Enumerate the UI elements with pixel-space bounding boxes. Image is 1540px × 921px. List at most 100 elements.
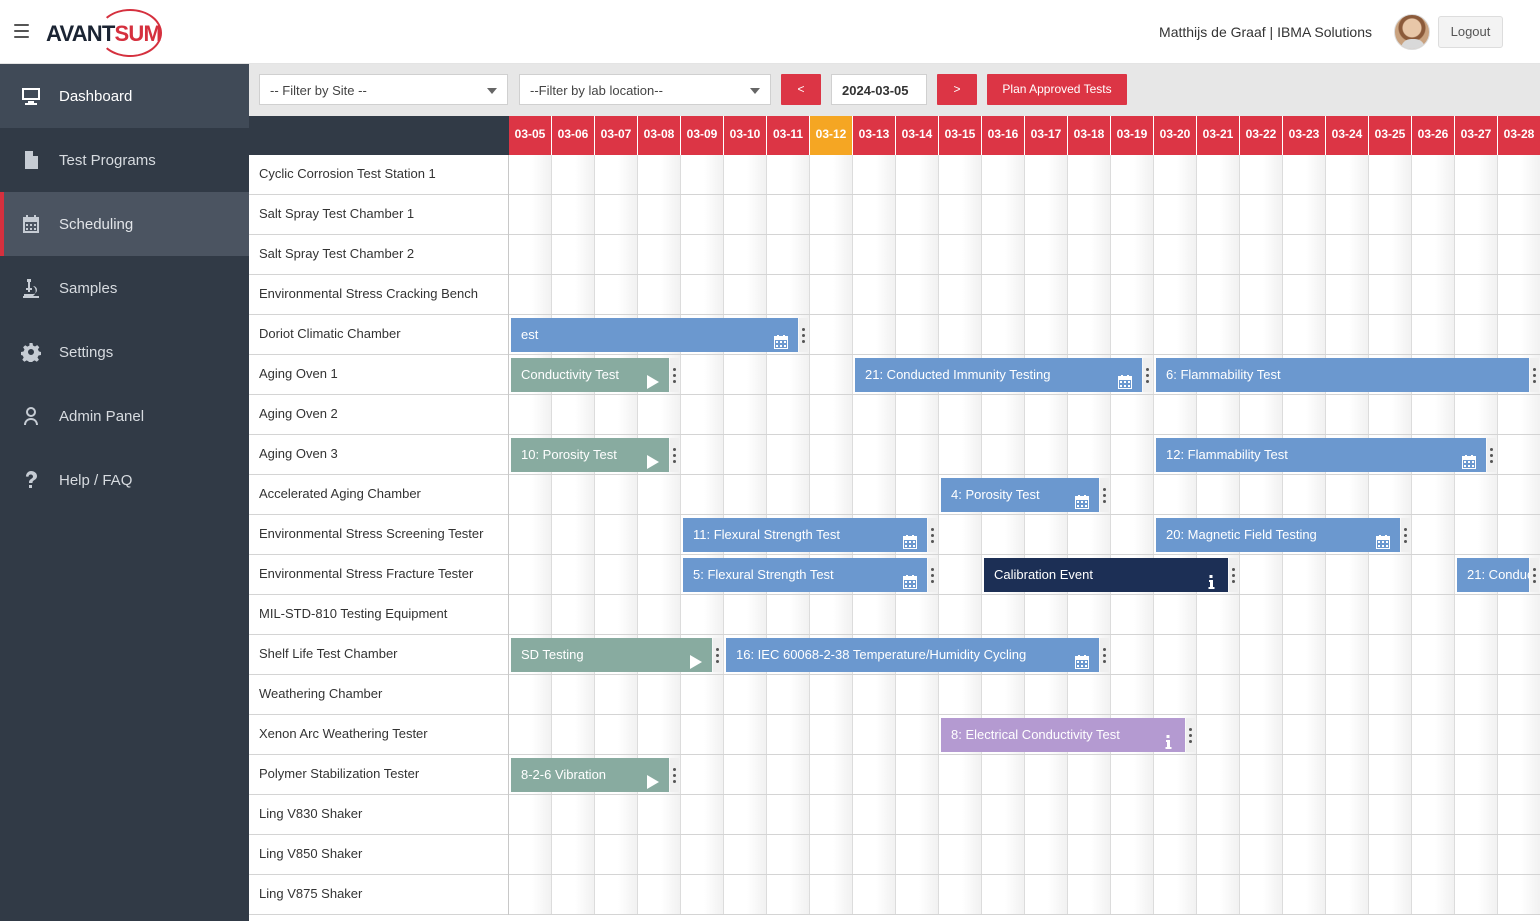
day-cell[interactable] — [1455, 835, 1498, 874]
schedule-event[interactable]: 11: Flexural Strength Test — [683, 518, 927, 552]
day-cell[interactable] — [595, 275, 638, 314]
day-cell[interactable] — [724, 355, 767, 394]
day-cell[interactable] — [595, 475, 638, 514]
day-cell[interactable] — [982, 595, 1025, 634]
day-cell[interactable] — [767, 595, 810, 634]
day-cell[interactable] — [552, 715, 595, 754]
day-cell[interactable] — [767, 675, 810, 714]
day-cell[interactable] — [810, 475, 853, 514]
day-cell[interactable] — [982, 515, 1025, 554]
day-cell[interactable] — [1068, 755, 1111, 794]
day-cell[interactable] — [939, 195, 982, 234]
day-cell[interactable] — [982, 835, 1025, 874]
day-cell[interactable] — [681, 595, 724, 634]
day-cell[interactable] — [681, 835, 724, 874]
day-cell[interactable] — [1412, 195, 1455, 234]
day-cell[interactable] — [509, 675, 552, 714]
calendar-icon[interactable] — [903, 528, 917, 549]
day-cell[interactable] — [896, 315, 939, 354]
day-cell[interactable] — [1240, 315, 1283, 354]
day-cell[interactable] — [509, 395, 552, 434]
day-cell[interactable] — [1240, 555, 1283, 594]
day-cell[interactable] — [810, 755, 853, 794]
day-cell[interactable] — [552, 795, 595, 834]
day-cell[interactable] — [1025, 235, 1068, 274]
day-cell[interactable] — [1283, 235, 1326, 274]
day-cell[interactable] — [939, 315, 982, 354]
day-cell[interactable] — [681, 475, 724, 514]
day-cell[interactable] — [1283, 795, 1326, 834]
calendar-icon[interactable] — [774, 328, 788, 349]
day-cell[interactable] — [724, 595, 767, 634]
day-cell[interactable] — [509, 195, 552, 234]
day-cell[interactable] — [1025, 515, 1068, 554]
day-cell[interactable] — [939, 435, 982, 474]
day-cell[interactable] — [1025, 435, 1068, 474]
day-cell[interactable] — [810, 835, 853, 874]
avantsum-logo[interactable]: AVANTSUM — [46, 9, 164, 57]
day-cell[interactable] — [982, 435, 1025, 474]
resource-label[interactable]: Ling V875 Shaker — [249, 875, 509, 915]
day-cell[interactable] — [1068, 435, 1111, 474]
day-cell[interactable] — [810, 715, 853, 754]
day-cell[interactable] — [896, 715, 939, 754]
lab-location-filter-select[interactable]: --Filter by lab location-- — [519, 74, 771, 105]
day-cell[interactable] — [1068, 675, 1111, 714]
day-cell[interactable] — [1498, 875, 1540, 914]
day-cell[interactable] — [724, 715, 767, 754]
day-cell[interactable] — [1498, 675, 1540, 714]
day-cell[interactable] — [1068, 835, 1111, 874]
day-cell[interactable] — [1240, 275, 1283, 314]
day-cell[interactable] — [552, 675, 595, 714]
day-cell[interactable] — [1197, 235, 1240, 274]
day-cell[interactable] — [1154, 675, 1197, 714]
day-cell[interactable] — [896, 435, 939, 474]
info-icon[interactable] — [1161, 728, 1175, 749]
schedule-event[interactable]: 16: IEC 60068-2-38 Temperature/Humidity … — [726, 638, 1099, 672]
day-cell[interactable] — [896, 275, 939, 314]
day-cell[interactable] — [509, 595, 552, 634]
day-cell[interactable] — [1111, 835, 1154, 874]
calendar-icon[interactable] — [1376, 528, 1390, 549]
day-cell[interactable] — [1498, 435, 1540, 474]
resource-label[interactable]: Xenon Arc Weathering Tester — [249, 715, 509, 755]
calendar-icon[interactable] — [903, 568, 917, 589]
day-cell[interactable] — [1369, 315, 1412, 354]
event-resize-handle[interactable] — [928, 558, 937, 592]
day-cell[interactable] — [638, 595, 681, 634]
day-cell[interactable] — [1498, 795, 1540, 834]
day-cell[interactable] — [1240, 755, 1283, 794]
schedule-event[interactable]: 10: Porosity Test — [511, 438, 669, 472]
day-cell[interactable] — [896, 755, 939, 794]
day-cell[interactable] — [853, 835, 896, 874]
day-cell[interactable] — [853, 395, 896, 434]
day-cell[interactable] — [1240, 475, 1283, 514]
day-cell[interactable] — [810, 875, 853, 914]
day-cell[interactable] — [896, 835, 939, 874]
day-cell[interactable] — [1111, 475, 1154, 514]
day-cell[interactable] — [767, 875, 810, 914]
day-cell[interactable] — [1369, 875, 1412, 914]
day-cell[interactable] — [1111, 755, 1154, 794]
day-cell[interactable] — [1283, 715, 1326, 754]
event-resize-handle[interactable] — [799, 318, 808, 352]
day-cell[interactable] — [509, 475, 552, 514]
day-cell[interactable] — [1025, 195, 1068, 234]
day-cell[interactable] — [1412, 835, 1455, 874]
day-cell[interactable] — [509, 715, 552, 754]
day-cell[interactable] — [1369, 195, 1412, 234]
resource-label[interactable]: Salt Spray Test Chamber 1 — [249, 195, 509, 235]
day-cell[interactable] — [1154, 195, 1197, 234]
day-cell[interactable] — [552, 515, 595, 554]
day-cell[interactable] — [724, 755, 767, 794]
day-cell[interactable] — [1240, 195, 1283, 234]
day-cell[interactable] — [638, 795, 681, 834]
day-cell[interactable] — [1111, 195, 1154, 234]
sidebar-item-settings[interactable]: Settings — [0, 320, 249, 384]
day-cell[interactable] — [1283, 875, 1326, 914]
schedule-event[interactable]: 5: Flexural Strength Test — [683, 558, 927, 592]
day-cell[interactable] — [982, 395, 1025, 434]
day-cell[interactable] — [1326, 795, 1369, 834]
schedule-event[interactable]: 21: Conduct — [1457, 558, 1529, 592]
day-cell[interactable] — [1412, 595, 1455, 634]
